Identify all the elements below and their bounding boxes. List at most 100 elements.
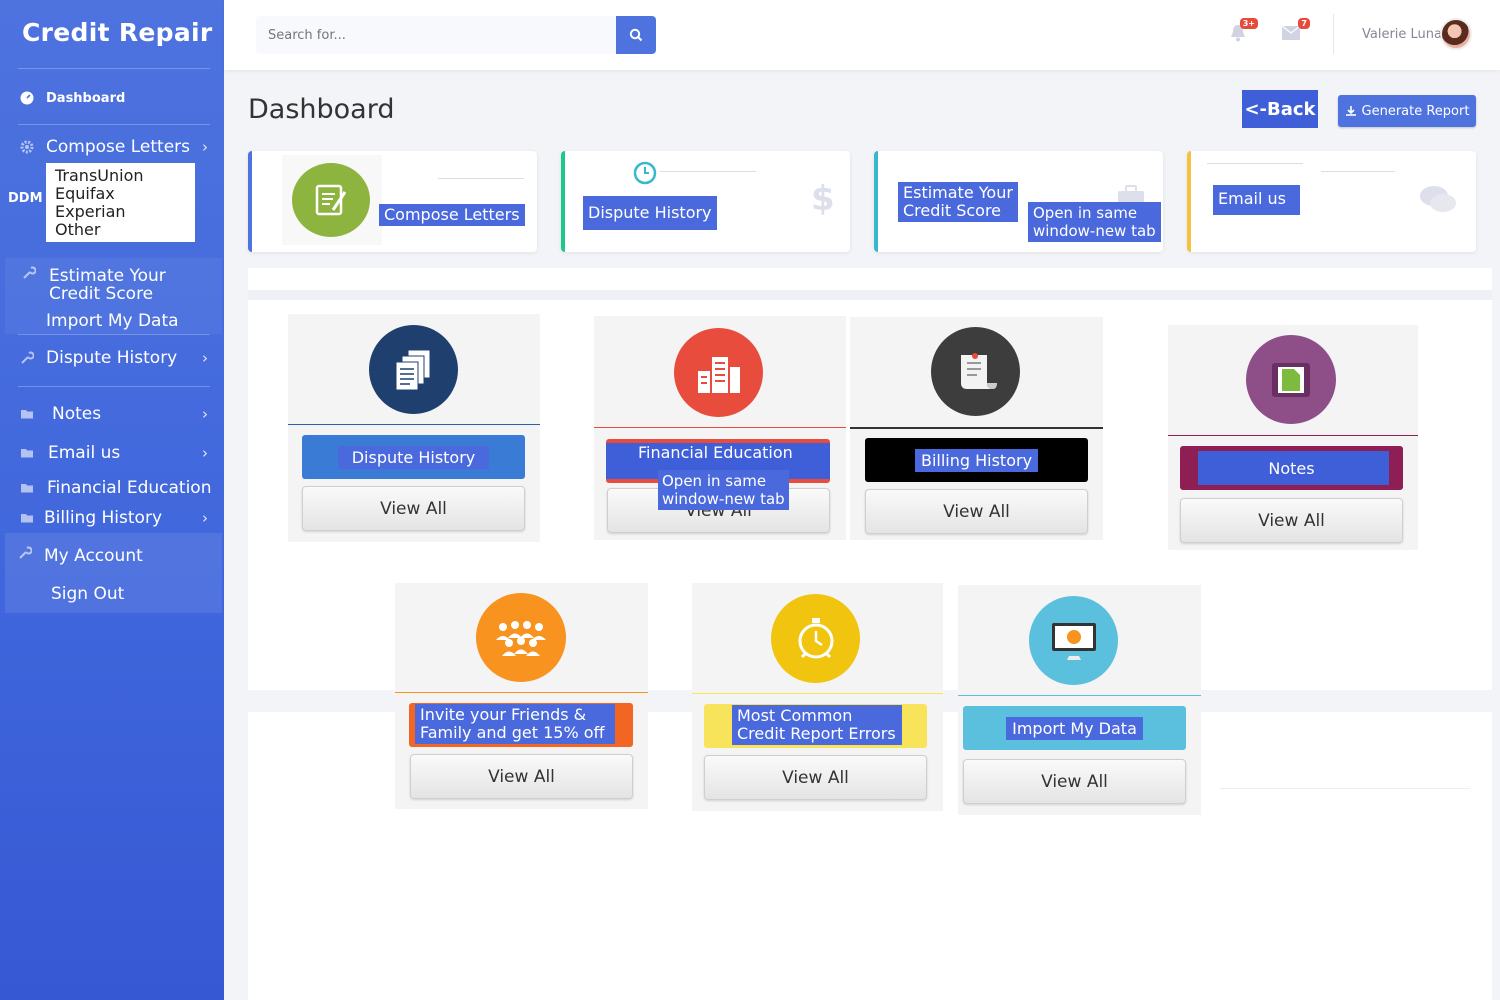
tile-rule <box>850 427 1103 429</box>
sidebar-item-billing-history[interactable]: Billing History › <box>0 507 224 529</box>
notes-button[interactable]: Notes <box>1180 446 1403 490</box>
card-line <box>660 171 756 172</box>
folder-icon <box>21 514 33 523</box>
generate-report-button[interactable]: Generate Report <box>1338 95 1476 127</box>
sidebar-item-notes[interactable]: Notes › <box>0 403 224 425</box>
monitor-icon <box>1029 596 1118 685</box>
credit-report-errors-label: Most Common Credit Report Errors <box>732 705 902 745</box>
sidebar-item-my-account[interactable]: My Account <box>44 546 143 566</box>
wrench-icon <box>19 546 32 559</box>
sidebar-item-dashboard[interactable]: Dashboard <box>0 88 224 108</box>
topbar-divider <box>1333 14 1334 54</box>
panel-divider <box>248 290 1492 300</box>
invite-line2: Family and get 15% off <box>420 723 605 742</box>
financial-note-line2: window-new tab <box>662 490 785 508</box>
wrench-icon <box>21 351 34 364</box>
dispute-history-button[interactable]: Dispute History <box>302 435 525 479</box>
alerts-button[interactable]: 3+ <box>1230 18 1258 42</box>
generate-report-label: Generate Report <box>1361 103 1470 119</box>
stat-card-estimate-credit-score: Estimate Your Credit Score Open in same … <box>874 151 1163 252</box>
avatar[interactable] <box>1440 18 1472 50</box>
search-button[interactable] <box>616 16 656 54</box>
sidebar-divider <box>18 124 210 125</box>
card-line <box>1321 171 1395 172</box>
invite-line1: Invite your Friends & <box>420 705 587 724</box>
notes-view-all-button[interactable]: View All <box>1180 498 1403 543</box>
group-icon <box>476 593 566 682</box>
clock-icon <box>798 617 833 658</box>
sidebar-item-estimate-credit-score[interactable]: Estimate Your Credit Score <box>49 267 166 303</box>
ddm-option-experian[interactable]: Experian <box>55 203 186 221</box>
sidebar-item-email-us[interactable]: Email us › <box>0 442 224 464</box>
tile-dispute-history: Dispute History View All <box>288 314 540 542</box>
invite-view-all-button[interactable]: View All <box>410 754 633 799</box>
ddm-option-equifax[interactable]: Equifax <box>55 185 186 203</box>
sidebar-item-label: Credit Score <box>49 284 154 304</box>
errors-view-all-button[interactable]: View All <box>704 755 927 800</box>
stat-estimate-line1: Estimate Your <box>903 183 1013 202</box>
back-button[interactable]: <-Back <box>1242 90 1318 128</box>
sidebar-divider <box>18 68 210 69</box>
billing-view-all-button[interactable]: View All <box>865 489 1088 534</box>
tile-billing-history: Billing History View All <box>850 317 1103 540</box>
download-icon <box>1345 106 1356 116</box>
copy-documents-icon <box>395 349 430 390</box>
documents-icon <box>369 325 458 414</box>
ddm-option-transunion[interactable]: TransUnion <box>55 167 186 185</box>
ddm-option-other[interactable]: Other <box>55 221 186 239</box>
sidebar-item-compose-letters[interactable]: Compose Letters › <box>0 136 224 158</box>
wrench-icon <box>23 266 36 279</box>
sidebar-item-sign-out[interactable]: Sign Out <box>51 584 124 604</box>
messages-badge: 7 <box>1298 18 1310 29</box>
user-name[interactable]: Valerie Luna <box>1362 27 1442 42</box>
chevron-right-icon: › <box>202 509 208 527</box>
estimate-note-line1: Open in same <box>1033 204 1138 222</box>
chevron-right-icon: › <box>202 444 208 462</box>
estimate-new-tab-note: Open in same window-new tab <box>1028 202 1161 242</box>
sidebar-divider <box>18 334 210 335</box>
computer-monitor-icon <box>1051 622 1096 660</box>
stat-card-email-us: Email us <box>1187 151 1476 252</box>
search-input[interactable] <box>256 16 616 54</box>
stat-dispute-history-label[interactable]: Dispute History <box>583 196 717 230</box>
folder-icon <box>21 449 33 458</box>
financial-new-tab-note: Open in same window-new tab <box>658 470 789 510</box>
folder-icon <box>21 484 33 493</box>
alarm-clock-icon <box>771 594 860 683</box>
search-icon <box>629 28 643 42</box>
tile-credit-report-errors: Most Common Credit Report Errors View Al… <box>692 583 943 811</box>
billing-history-label: Billing History <box>914 448 1039 472</box>
people-group-icon <box>496 620 546 656</box>
clock-icon <box>633 161 657 185</box>
notes-label: Notes <box>1268 458 1315 478</box>
sidebar-item-label: Billing History <box>44 508 163 528</box>
bill-paper-icon <box>960 352 997 389</box>
messages-button[interactable]: 7 <box>1281 18 1310 42</box>
envelope-icon <box>1281 25 1301 40</box>
import-my-data-button[interactable]: Import My Data <box>963 706 1186 750</box>
sidebar-item-dispute-history[interactable]: Dispute History › <box>0 347 224 369</box>
errors-line2: Credit Report Errors <box>737 724 896 743</box>
invite-friends-label: Invite your Friends & Family and get 15%… <box>415 704 615 744</box>
tile-rule <box>958 695 1201 696</box>
invite-friends-button[interactable]: Invite your Friends & Family and get 15%… <box>409 703 633 747</box>
panel-line <box>1220 788 1470 789</box>
sidebar-item-label: Dashboard <box>46 90 126 106</box>
stat-email-us-label[interactable]: Email us <box>1213 185 1300 215</box>
stat-compose-letters-label[interactable]: Compose Letters <box>379 204 525 226</box>
sidebar-item-financial-education[interactable]: Financial Education <box>0 477 224 499</box>
credit-report-errors-button[interactable]: Most Common Credit Report Errors <box>704 704 927 748</box>
billing-history-button[interactable]: Billing History <box>865 438 1088 482</box>
errors-line1: Most Common <box>737 706 853 725</box>
comments-icon <box>1420 186 1456 212</box>
stat-estimate-credit-score-label[interactable]: Estimate Your Credit Score <box>898 182 1018 222</box>
sidebar-item-import-my-data[interactable]: Import My Data <box>46 311 179 331</box>
dispute-view-all-button[interactable]: View All <box>302 486 525 531</box>
dollar-icon: $ <box>811 179 835 219</box>
financial-note-line1: Open in same <box>662 472 767 490</box>
sidebar: Credit Repair Dashboard Compose Letters … <box>0 0 224 1000</box>
tachometer-icon <box>20 91 34 105</box>
brand-title[interactable]: Credit Repair <box>22 18 213 47</box>
import-view-all-button[interactable]: View All <box>963 759 1186 804</box>
tile-import-my-data: Import My Data View All <box>958 585 1201 815</box>
